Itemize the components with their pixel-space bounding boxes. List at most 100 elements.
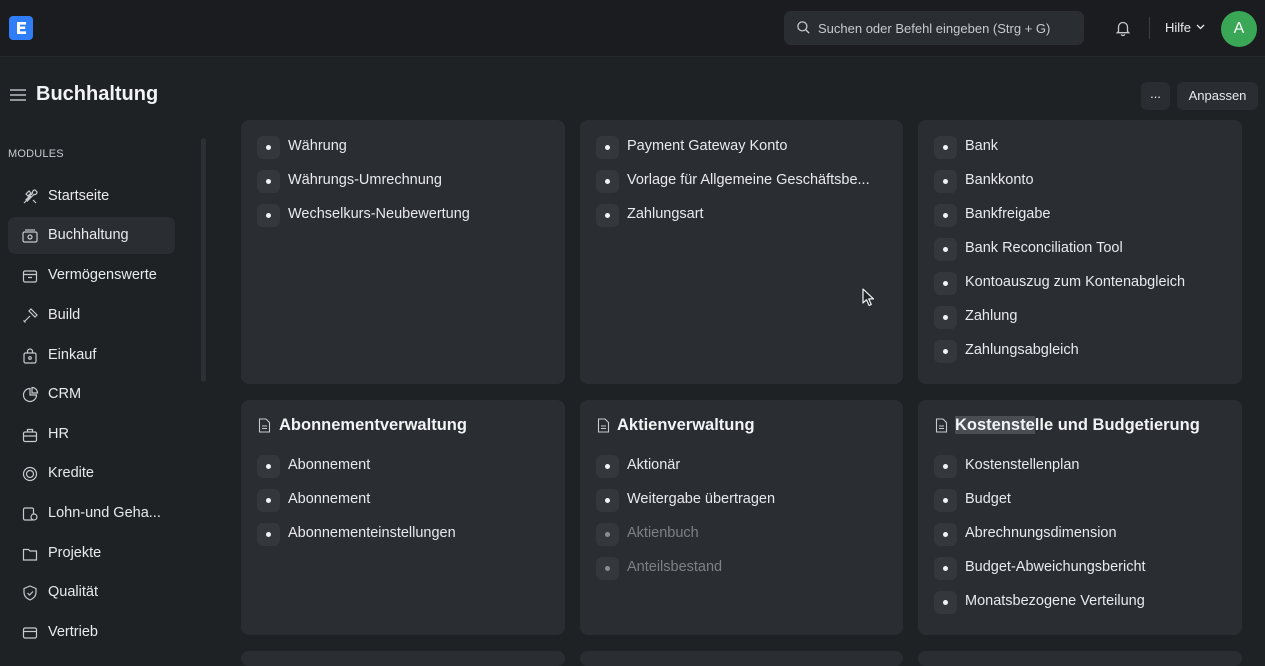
accounting-icon xyxy=(22,229,38,243)
card-payments: Payment Gateway Konto Vorlage für Allgem… xyxy=(580,120,903,384)
link-label: Kostenstellenplan xyxy=(965,457,1080,473)
sidebar-toggle-icon[interactable] xyxy=(10,88,26,102)
bullet-icon xyxy=(596,170,619,193)
sidebar-section-label: MODULES xyxy=(8,148,64,160)
bullet-icon xyxy=(934,204,957,227)
payroll-icon xyxy=(22,507,38,521)
bullet-icon xyxy=(934,557,957,580)
sidebar-item-label: Startseite xyxy=(48,188,110,204)
bullet-icon xyxy=(596,489,619,512)
sidebar-item-projekte[interactable]: Projekte xyxy=(8,535,175,572)
hr-icon xyxy=(22,428,38,443)
link-label: Budget-Abweichungsbericht xyxy=(965,559,1146,575)
bullet-icon xyxy=(596,557,619,580)
sidebar-item-vertrieb[interactable]: Vertrieb xyxy=(8,614,175,651)
link-label: Zahlungsart xyxy=(627,206,704,222)
sidebar-item-label: Einkauf xyxy=(48,347,97,363)
sidebar-item-qualitaet[interactable]: Qualität xyxy=(8,574,175,611)
loans-icon xyxy=(22,466,38,482)
sidebar-item-label: Qualität xyxy=(48,584,98,600)
bullet-icon xyxy=(934,136,957,159)
link-label: Wechselkurs-Neubewertung xyxy=(288,206,470,222)
link-label: Kontoauszug zum Kontenabgleich xyxy=(965,274,1186,290)
link-label: Aktienbuch xyxy=(627,525,699,541)
link-label: Anteilsbestand xyxy=(627,559,723,575)
link-label: Abonnement xyxy=(288,491,371,507)
sidebar-item-buchhaltung[interactable]: Buchhaltung xyxy=(8,217,175,254)
bullet-icon xyxy=(934,340,957,363)
sidebar-item-label: Buchhaltung xyxy=(48,227,129,243)
avatar[interactable]: A xyxy=(1221,11,1257,47)
link-label: Bankkonto xyxy=(965,172,1034,188)
link-label: Zahlungsabgleich xyxy=(965,342,1079,358)
sidebar-item-label: Build xyxy=(48,307,81,323)
sidebar-item-label: Kredite xyxy=(48,465,94,481)
search-input[interactable] xyxy=(818,11,1076,45)
sidebar-item-build[interactable]: Build xyxy=(8,297,175,334)
sidebar-item-label: Lohn-und Geha... xyxy=(48,505,161,521)
link-label: Budget xyxy=(965,491,1011,507)
link-label: Monatsbezogene Verteilung xyxy=(965,593,1145,609)
bullet-icon xyxy=(596,455,619,478)
card-aktienverwaltung: Aktienverwaltung Aktionär Weitergabe übe… xyxy=(580,400,903,635)
link-label: Payment Gateway Konto xyxy=(627,138,788,154)
bullet-icon xyxy=(257,136,280,159)
sidebar-item-crm[interactable]: CRM xyxy=(8,376,175,413)
card-currency: Währung Währungs-Umrechnung Wechselkurs-… xyxy=(241,120,565,384)
card-next-row-1 xyxy=(241,651,565,666)
bullet-icon xyxy=(257,523,280,546)
crm-icon xyxy=(22,386,39,403)
document-icon xyxy=(597,418,610,433)
bullet-icon xyxy=(934,170,957,193)
sidebar-item-hr[interactable]: HR xyxy=(8,416,175,453)
bullet-icon xyxy=(934,591,957,614)
card-kostenstelle-budgetierung: Kostenstelle und Budgetierung Kostenstel… xyxy=(918,400,1242,635)
document-icon xyxy=(935,418,948,433)
search-bar[interactable] xyxy=(784,11,1084,45)
sidebar-item-einkauf[interactable]: Einkauf xyxy=(8,337,175,374)
chevron-down-icon[interactable] xyxy=(1196,24,1205,30)
sidebar-item-label: Vermögenswerte xyxy=(48,267,157,283)
link-label: Währung xyxy=(288,138,347,154)
bullet-icon xyxy=(934,455,957,478)
sidebar-item-startseite[interactable]: Startseite xyxy=(8,178,175,215)
projects-icon xyxy=(22,548,38,561)
card-title: Aktienverwaltung xyxy=(617,416,755,434)
title-selection: Kostenste xyxy=(955,416,1035,434)
bullet-icon xyxy=(596,204,619,227)
link-label: Vorlage für Allgemeine Geschäftsbe... xyxy=(627,172,870,188)
buying-icon xyxy=(23,348,37,364)
help-menu[interactable]: Hilfe xyxy=(1165,20,1191,35)
bullet-icon xyxy=(934,306,957,329)
link-label: Währungs-Umrechnung xyxy=(288,172,442,188)
card-next-row-2 xyxy=(580,651,903,666)
sidebar-scrollbar[interactable] xyxy=(201,138,206,382)
sidebar-item-kredite[interactable]: Kredite xyxy=(8,455,175,492)
notification-bell-icon[interactable] xyxy=(1114,19,1132,37)
link-label: Abonnementeinstellungen xyxy=(288,525,456,541)
document-icon xyxy=(258,418,271,433)
bullet-icon xyxy=(596,136,619,159)
app-logo-icon[interactable] xyxy=(9,16,33,40)
bullet-icon xyxy=(257,455,280,478)
bullet-icon xyxy=(596,523,619,546)
link-label: Zahlung xyxy=(965,308,1018,324)
more-options-button[interactable]: ... xyxy=(1141,82,1170,110)
build-icon xyxy=(23,308,38,323)
sidebar-item-label: Projekte xyxy=(48,545,102,561)
sidebar-item-vermoegenswerte[interactable]: Vermögenswerte xyxy=(8,257,175,294)
link-label: Abrechnungsdimension xyxy=(965,525,1117,541)
sidebar-item-lohn-und-gehalt[interactable]: Lohn-und Geha... xyxy=(8,495,175,532)
link-label: Bank xyxy=(965,138,999,154)
bullet-icon xyxy=(257,170,280,193)
navbar-divider xyxy=(1149,17,1150,39)
top-navbar: Hilfe A xyxy=(0,0,1265,57)
link-label: Aktionär xyxy=(627,457,681,473)
bullet-icon xyxy=(934,523,957,546)
title-rest: lle und Budgetierung xyxy=(1034,416,1200,434)
card-title: Kostenstelle und Budgetierung xyxy=(955,416,1200,435)
bullet-icon xyxy=(934,238,957,261)
bullet-icon xyxy=(934,272,957,295)
customize-button[interactable]: Anpassen xyxy=(1177,82,1258,110)
bullet-icon xyxy=(257,204,280,227)
